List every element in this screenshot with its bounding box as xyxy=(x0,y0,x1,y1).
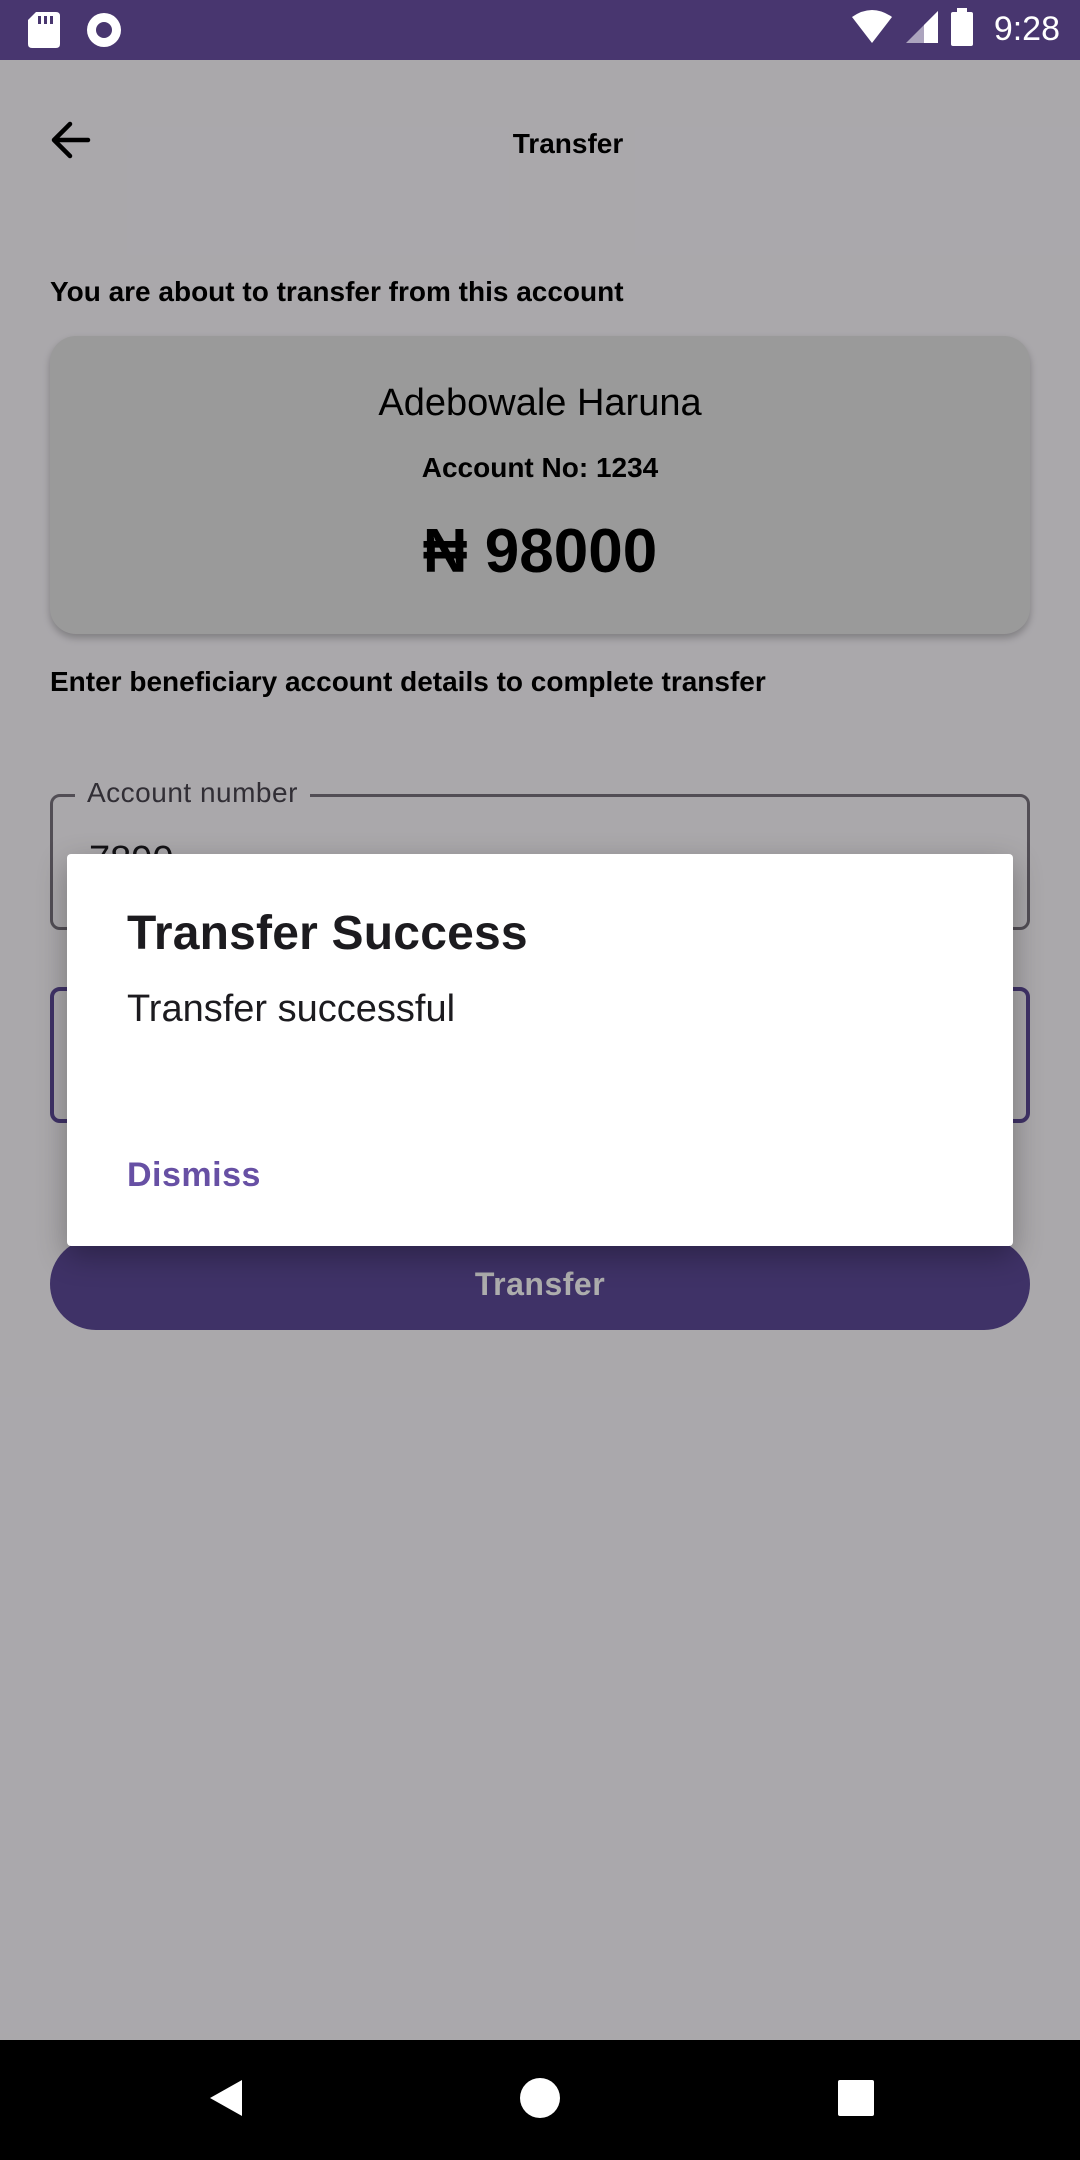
wifi-icon xyxy=(850,9,894,50)
signal-icon xyxy=(904,9,940,50)
nav-back-button[interactable] xyxy=(196,2070,256,2130)
battery-icon xyxy=(950,8,974,51)
status-time: 9:28 xyxy=(993,10,1060,48)
sd-card-icon xyxy=(28,12,60,53)
dialog-message: Transfer successful xyxy=(127,988,456,1030)
recents-square-icon xyxy=(836,2078,876,2123)
record-icon xyxy=(86,12,122,53)
dismiss-button[interactable]: Dismiss xyxy=(127,1156,261,1195)
status-bar-right: 9:28 xyxy=(850,8,1060,51)
nav-recents-button[interactable] xyxy=(826,2070,886,2130)
dialog-title: Transfer Success xyxy=(127,907,528,960)
back-triangle-icon xyxy=(204,2076,248,2125)
nav-home-button[interactable] xyxy=(510,2070,570,2130)
status-bar: 9:28 xyxy=(0,0,1080,60)
system-nav-bar xyxy=(0,2040,1080,2160)
transfer-success-dialog: Transfer Success Transfer successful Dis… xyxy=(67,854,1013,1246)
status-bar-left xyxy=(28,12,122,53)
home-circle-icon xyxy=(518,2076,562,2125)
